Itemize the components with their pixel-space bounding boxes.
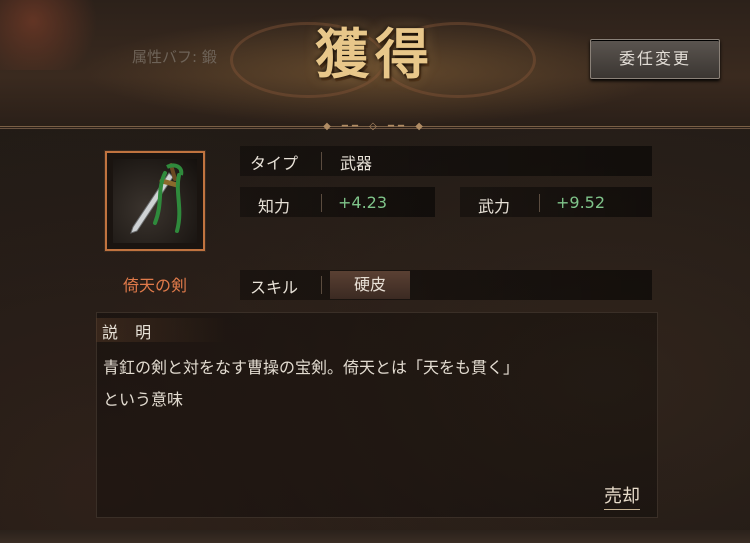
description-line-2: という意味 [103, 390, 184, 409]
intellect-separator [321, 194, 322, 212]
header-decoration [0, 0, 110, 70]
description-line-1: 青釭の剣と対をなす曹操の宝剣。倚天とは「天をも貫く」 [103, 358, 520, 377]
intellect-label: 知力 [258, 197, 291, 216]
skill-separator [321, 276, 322, 294]
type-separator [321, 152, 322, 170]
item-icon-frame[interactable] [105, 151, 205, 251]
strength-separator [539, 194, 540, 212]
description-text: 青釭の剣と対をなす曹操の宝剣。倚天とは「天をも貫く」 という意味 [103, 352, 648, 416]
delegate-change-button[interactable]: 委任変更 [590, 39, 720, 79]
type-row [240, 146, 652, 176]
strength-value: +9.52 [556, 193, 606, 212]
header-divider: ◆ ━━ ◇ ━━ ◆ [0, 121, 750, 137]
skill-row [240, 270, 652, 300]
type-label: タイプ [250, 154, 299, 173]
description-title: 説 明 [102, 323, 158, 342]
header-banner: 属性バフ: 鍛 獲得 委任変更 [0, 0, 750, 129]
type-value: 武器 [340, 154, 373, 173]
divider-ornament: ◆ ━━ ◇ ━━ ◆ [323, 121, 427, 132]
attribute-buff-text: 属性バフ: 鍛 [132, 48, 217, 66]
skill-label: スキル [250, 278, 299, 297]
intellect-value: +4.23 [338, 193, 388, 212]
sell-button[interactable]: 売却 [604, 482, 640, 510]
item-name: 倚天の剣 [122, 276, 187, 295]
sword-icon [130, 163, 184, 234]
skill-chip[interactable]: 硬皮 [330, 271, 410, 299]
strength-label: 武力 [478, 197, 511, 216]
bottom-edge [0, 530, 750, 543]
page-title: 獲得 [315, 22, 435, 86]
